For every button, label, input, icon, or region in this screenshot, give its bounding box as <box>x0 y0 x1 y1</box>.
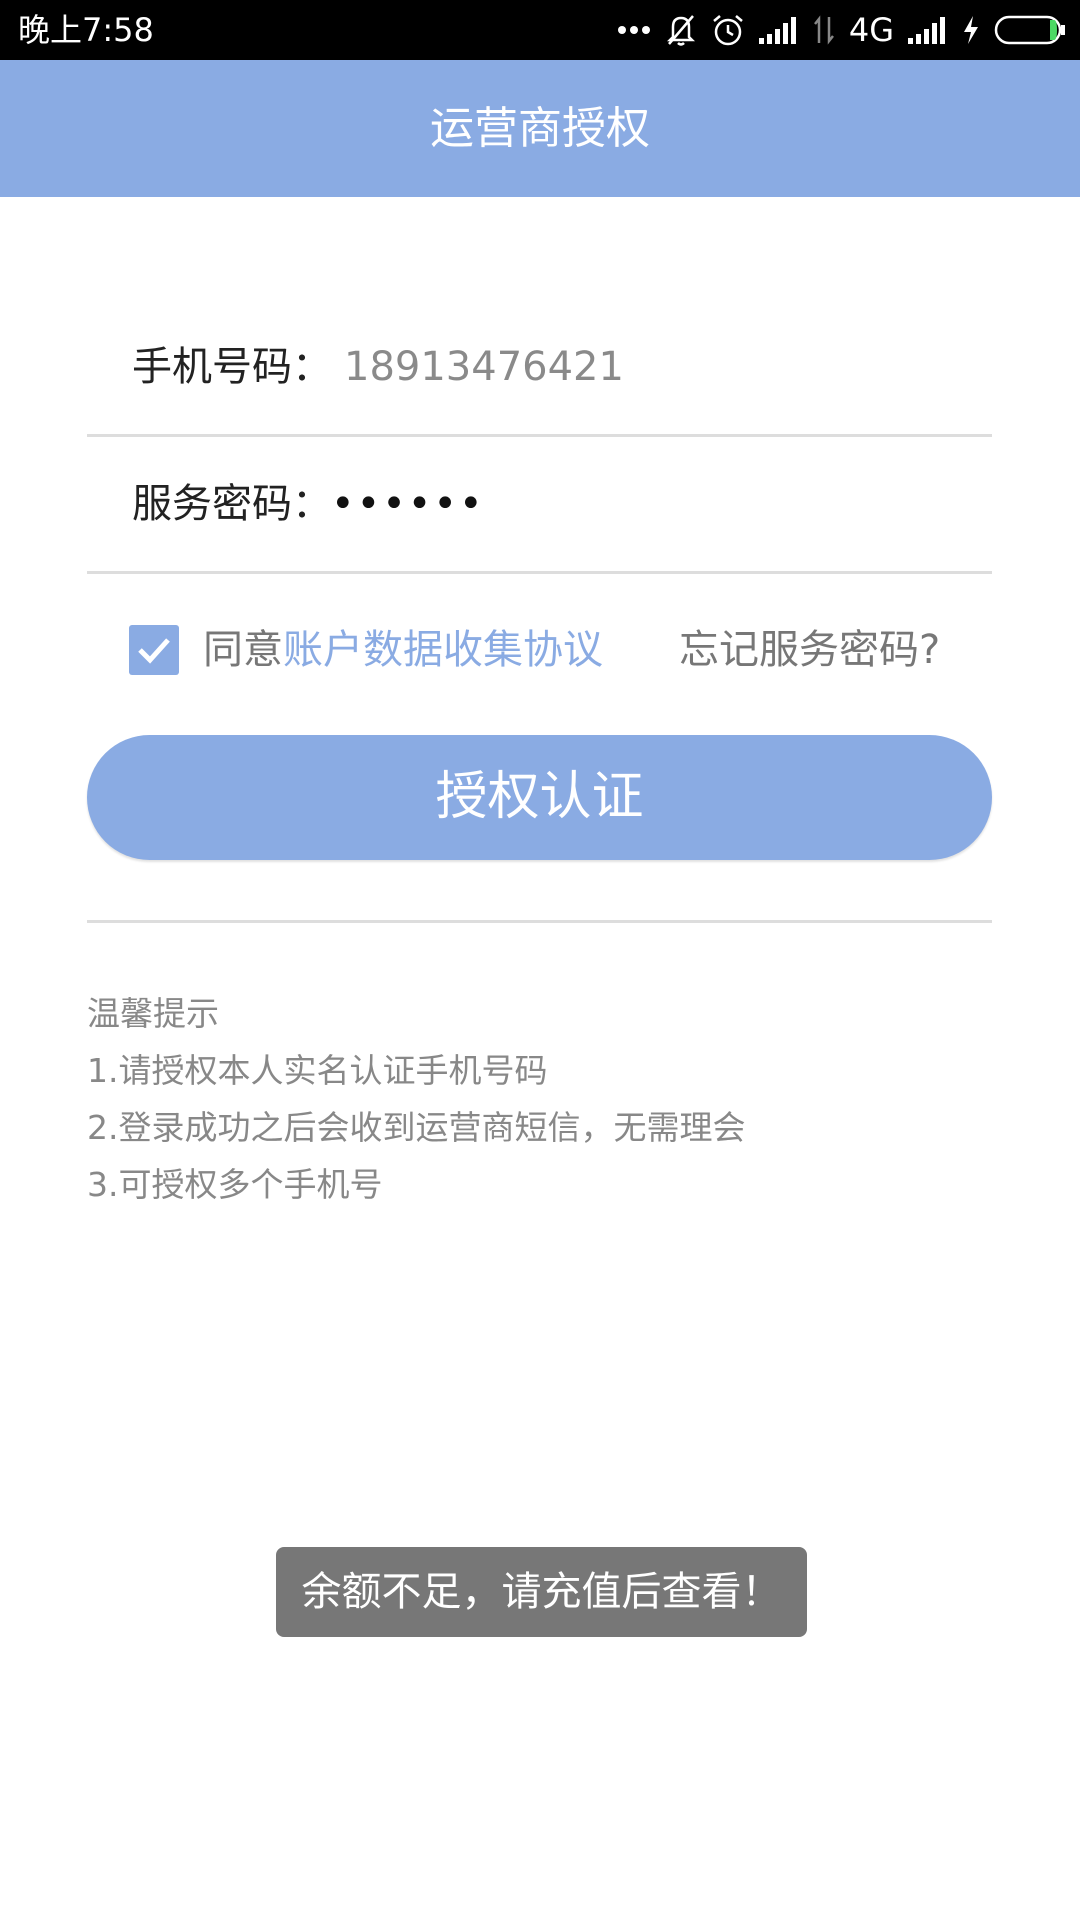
page-title: 运营商授权 <box>430 103 650 154</box>
title-bar: 运营商授权 <box>0 60 1080 197</box>
signal-icon <box>908 16 948 44</box>
tip-item: 3.可授权多个手机号 <box>87 1165 383 1204</box>
divider <box>87 920 992 923</box>
phone-row: 手机号码： 18913476421 <box>87 300 992 437</box>
status-icons: 4G <box>617 8 1066 52</box>
tips-section: 温馨提示 1.请授权本人实名认证手机号码 2.登录成功之后会收到运营商短信，无需… <box>87 985 987 1213</box>
toast-message: 余额不足，请充值后查看！ <box>276 1547 807 1637</box>
agreement-checkbox[interactable] <box>129 625 179 675</box>
bell-off-icon <box>665 13 697 47</box>
forgot-password-link[interactable]: 忘记服务密码? <box>679 620 940 680</box>
agreement-link[interactable]: 账户数据收集协议 <box>283 620 603 680</box>
data-arrows-icon <box>813 15 835 45</box>
agreement-row: 同意 账户数据收集协议 <box>129 620 603 680</box>
network-type: 4G <box>848 11 894 49</box>
status-time: 晚上7:58 <box>18 11 154 49</box>
password-label: 服务密码： <box>132 481 332 527</box>
password-input[interactable]: •••••• <box>331 474 485 534</box>
tip-item: 1.请授权本人实名认证手机号码 <box>87 1051 548 1090</box>
tip-item: 2.登录成功之后会收到运营商短信，无需理会 <box>87 1108 746 1147</box>
tips-title: 温馨提示 <box>87 994 219 1033</box>
phone-label: 手机号码： <box>132 344 332 390</box>
checkmark-icon <box>138 638 170 664</box>
battery-icon <box>994 15 1066 45</box>
phone-input[interactable]: 18913476421 <box>344 337 624 397</box>
signal-icon <box>758 16 799 44</box>
more-dots-icon <box>617 25 651 35</box>
charging-icon <box>962 15 980 45</box>
agreement-prefix: 同意 <box>203 627 283 673</box>
password-row: 服务密码： •••••• <box>87 437 992 574</box>
status-bar: 晚上7:58 4G <box>0 0 1080 60</box>
authorize-button[interactable]: 授权认证 <box>87 735 992 860</box>
alarm-icon <box>711 13 745 47</box>
